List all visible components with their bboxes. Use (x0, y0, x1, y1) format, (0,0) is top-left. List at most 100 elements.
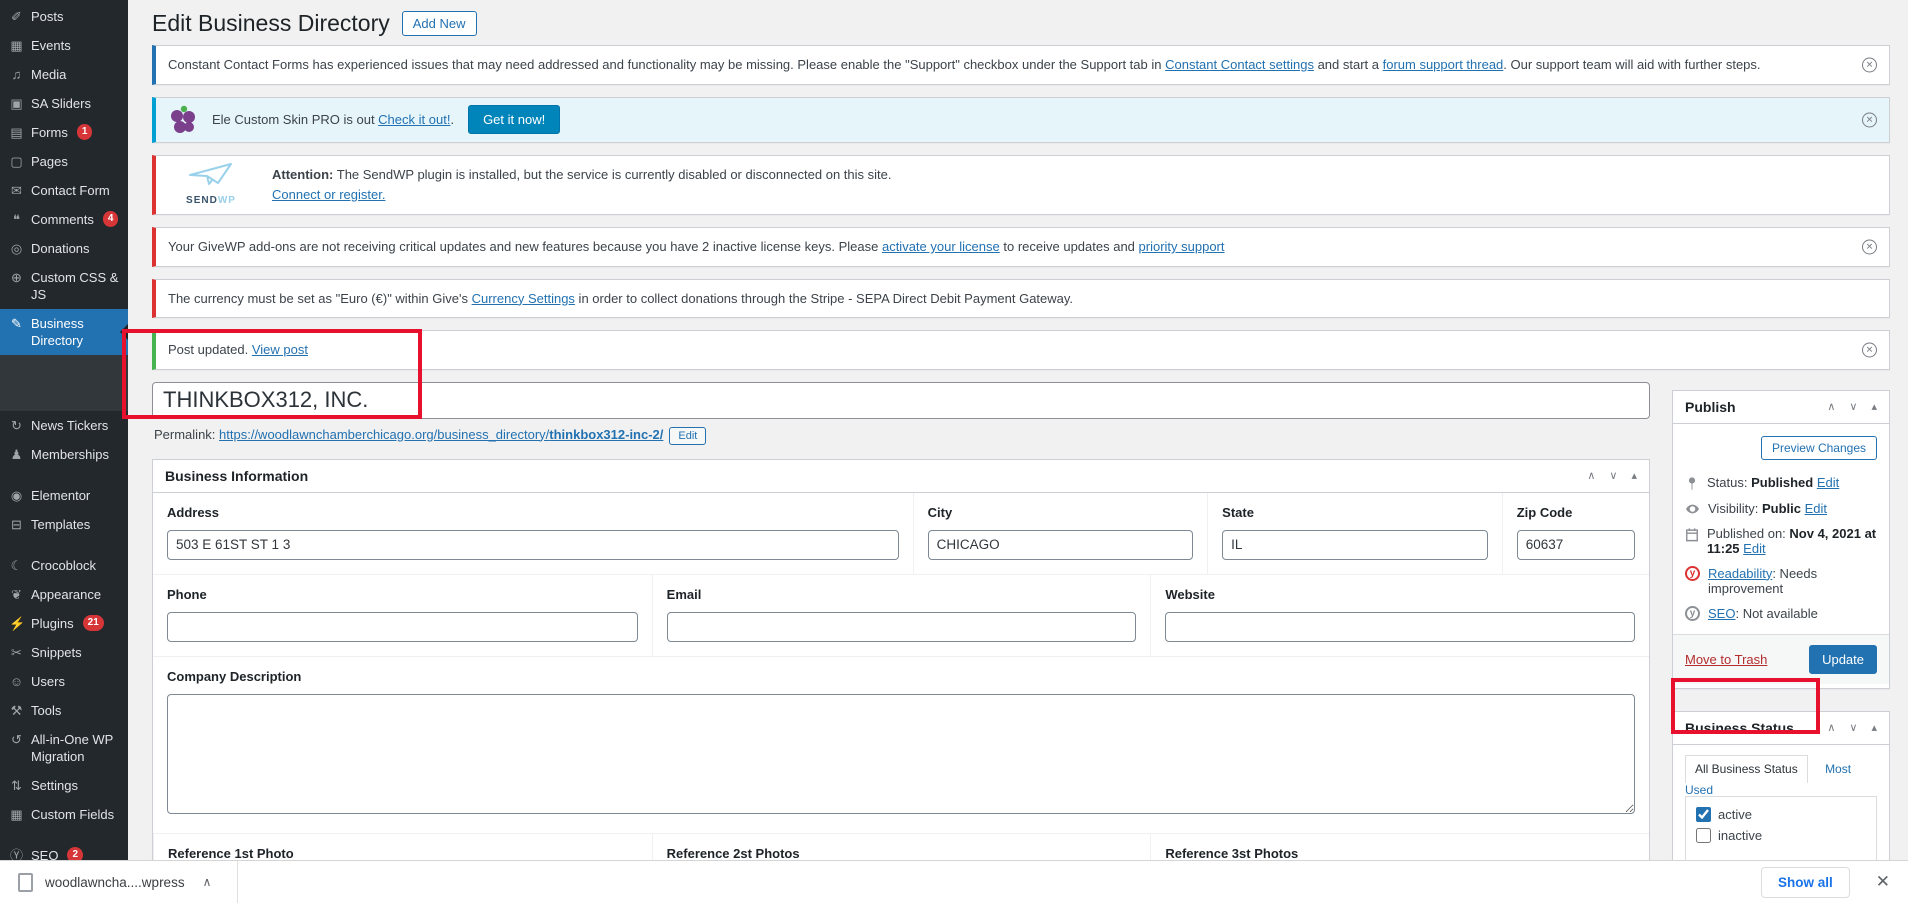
phone-input[interactable] (167, 612, 638, 642)
sidebar-item-seo[interactable]: Ⓨ SEO 2 (0, 841, 128, 860)
term-inactive[interactable]: inactive (1696, 828, 1866, 843)
priority-support-link[interactable]: priority support (1139, 239, 1225, 254)
dismiss-icon[interactable]: ✕ (1862, 342, 1877, 357)
city-input[interactable] (928, 530, 1194, 560)
post-title-input[interactable] (152, 382, 1650, 419)
sidebar-item-label: Contact Form (31, 182, 110, 199)
term-checkbox[interactable] (1696, 807, 1711, 822)
close-icon[interactable]: ✕ (1876, 872, 1890, 892)
currency-settings-link[interactable]: Currency Settings (472, 291, 575, 306)
toggle-panel-icon[interactable]: ▴ (1631, 469, 1637, 482)
sidebar-item-media[interactable]: ♫ Media (0, 60, 128, 89)
admin-sidebar: ✐ Posts ▦ Events ♫ Media ▣ SA Sliders ▤ (0, 0, 128, 860)
dismiss-icon[interactable]: ✕ (1862, 239, 1877, 254)
readability-link[interactable]: Readability (1708, 566, 1772, 581)
term-checkbox[interactable] (1696, 828, 1711, 843)
sidebar-item-sa-sliders[interactable]: ▣ SA Sliders (0, 89, 128, 118)
ele-custom-skin-logo (168, 105, 198, 135)
submenu-item-industries[interactable] (0, 381, 128, 391)
eye-icon (1685, 502, 1700, 516)
move-to-trash-link[interactable]: Move to Trash (1685, 652, 1767, 667)
forms-icon: ▤ (9, 124, 24, 141)
sidebar-item-label: Comments (31, 211, 94, 228)
add-new-button[interactable]: Add New (402, 11, 477, 36)
zip-input[interactable] (1517, 530, 1635, 560)
sidebar-item-all-in-one-wp-migration[interactable]: ↺ All-in-One WP Migration (0, 725, 128, 771)
view-post-link[interactable]: View post (252, 342, 308, 357)
get-it-now-button[interactable]: Get it now! (468, 105, 560, 134)
seo-value: : Not available (1735, 606, 1817, 621)
submenu-item-add-new[interactable] (0, 371, 128, 381)
dismiss-icon[interactable]: ✕ (1862, 57, 1877, 72)
sidebar-item-memberships[interactable]: ♟ Memberships (0, 440, 128, 469)
term-active[interactable]: active (1696, 807, 1866, 822)
sidebar-item-plugins[interactable]: ⚡ Plugins 21 (0, 609, 128, 638)
update-icon: ↻ (9, 417, 24, 434)
sidebar-item-tools[interactable]: ⚒ Tools (0, 696, 128, 725)
edit-status-link[interactable]: Edit (1817, 475, 1839, 490)
sidebar-item-settings[interactable]: ⇅ Settings (0, 771, 128, 800)
check-it-out-link[interactable]: Check it out! (378, 112, 450, 127)
pushpin-icon: ✎ (9, 315, 24, 332)
move-up-icon[interactable]: ∧ (1587, 469, 1595, 482)
email-input[interactable] (667, 612, 1137, 642)
sidebar-item-crocoblock[interactable]: ☾ Crocoblock (0, 551, 128, 580)
sidebar-item-business-directory[interactable]: ✎ Business Directory (0, 309, 128, 355)
sidebar-item-label: SA Sliders (31, 95, 91, 112)
address-input[interactable] (167, 530, 899, 560)
preview-changes-button[interactable]: Preview Changes (1761, 436, 1877, 460)
sidebar-item-label: Forms (31, 124, 68, 141)
sidebar-item-templates[interactable]: ⊟ Templates (0, 510, 128, 539)
company-description-textarea[interactable] (167, 694, 1635, 814)
permalink: Permalink: https://woodlawnchamberchicag… (154, 427, 1650, 445)
dismiss-icon[interactable]: ✕ (1862, 112, 1877, 127)
submenu-item-business-status[interactable] (0, 391, 128, 401)
show-all-button[interactable]: Show all (1761, 867, 1850, 898)
sidebar-item-appearance[interactable]: ❦ Appearance (0, 580, 128, 609)
edit-published-link[interactable]: Edit (1743, 541, 1765, 556)
download-file-chip[interactable]: woodlawncha....wpress ∧ (18, 861, 238, 903)
sidebar-item-contact-form[interactable]: ✉ Contact Form (0, 176, 128, 205)
sidebar-item-users[interactable]: ☺ Users (0, 667, 128, 696)
sidebar-item-news-tickers[interactable]: ↻ News Tickers (0, 411, 128, 440)
sidebar-item-events[interactable]: ▦ Events (0, 31, 128, 60)
sidebar-item-label: Memberships (31, 446, 109, 463)
state-input[interactable] (1222, 530, 1488, 560)
toggle-panel-icon[interactable]: ▴ (1871, 400, 1877, 413)
forum-support-thread-link[interactable]: forum support thread (1383, 57, 1504, 72)
permalink-link[interactable]: https://woodlawnchamberchicago.org/busin… (219, 427, 663, 442)
toggle-panel-icon[interactable]: ▴ (1871, 721, 1877, 734)
sidebar-item-elementor[interactable]: ◉ Elementor (0, 481, 128, 510)
count-badge: 2 (67, 847, 83, 860)
publish-metabox: Publish ∧ ∨ ▴ Preview Changes (1672, 390, 1890, 689)
yoast-seo-icon: y (1685, 606, 1700, 621)
sidebar-item-label: Plugins (31, 615, 74, 632)
sidebar-menu-bottom: ↻ News Tickers ♟ Memberships ◉ Elementor… (0, 411, 128, 860)
website-input[interactable] (1165, 612, 1635, 642)
move-up-icon[interactable]: ∧ (1827, 400, 1835, 413)
move-down-icon[interactable]: ∨ (1849, 721, 1857, 734)
sidebar-item-pages[interactable]: ▢ Pages (0, 147, 128, 176)
sidebar-item-forms[interactable]: ▤ Forms 1 (0, 118, 128, 147)
seo-link[interactable]: SEO (1708, 606, 1735, 621)
sidebar-item-label: Tools (31, 702, 61, 719)
move-up-icon[interactable]: ∧ (1827, 721, 1835, 734)
edit-permalink-button[interactable]: Edit (669, 427, 706, 445)
sidebar-item-donations[interactable]: ◎ Donations (0, 234, 128, 263)
tab-all-business-status[interactable]: All Business Status (1685, 755, 1808, 783)
mail-icon: ✉ (9, 182, 24, 199)
chevron-up-icon[interactable]: ∧ (203, 875, 212, 889)
activate-license-link[interactable]: activate your license (882, 239, 1000, 254)
sidebar-item-snippets[interactable]: ✂ Snippets (0, 638, 128, 667)
sidebar-item-comments[interactable]: ❝ Comments 4 (0, 205, 128, 234)
move-down-icon[interactable]: ∨ (1609, 469, 1617, 482)
edit-visibility-link[interactable]: Edit (1805, 501, 1827, 516)
move-down-icon[interactable]: ∨ (1849, 400, 1857, 413)
constant-contact-settings-link[interactable]: Constant Contact settings (1165, 57, 1314, 72)
sidebar-item-custom-fields[interactable]: ▦ Custom Fields (0, 800, 128, 829)
update-button[interactable]: Update (1809, 645, 1877, 674)
connect-or-register-link[interactable]: Connect or register. (272, 187, 385, 202)
sidebar-item-posts[interactable]: ✐ Posts (0, 2, 128, 31)
submenu-item-all-business-directory[interactable] (0, 361, 128, 371)
sidebar-item-custom-css-js[interactable]: ⊕ Custom CSS & JS (0, 263, 128, 309)
